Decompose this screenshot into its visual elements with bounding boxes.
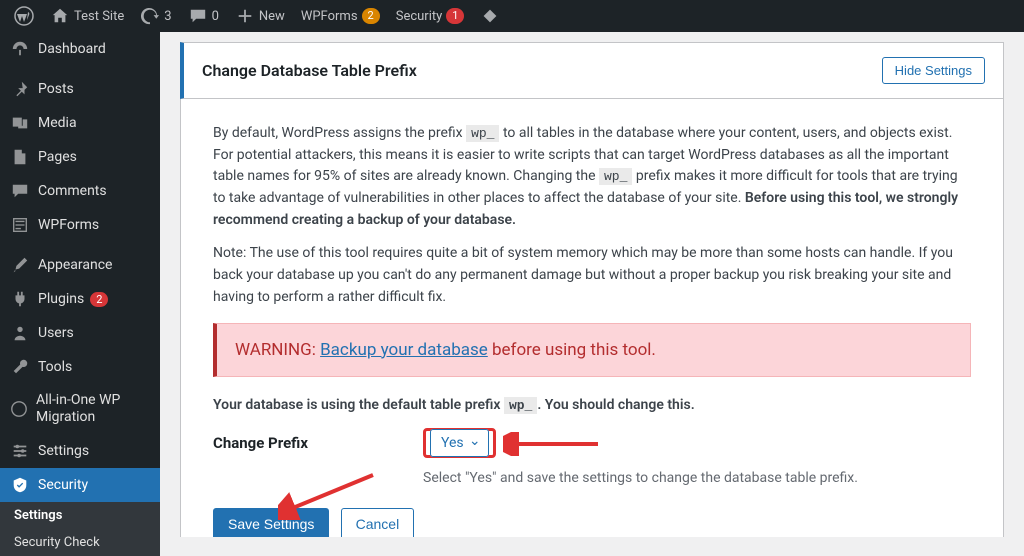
- sidebar-item-security[interactable]: Security: [0, 468, 160, 502]
- dashboard-icon: [10, 39, 30, 59]
- comment-icon: [188, 6, 208, 26]
- site-link[interactable]: Test Site: [42, 0, 132, 32]
- itsec-icon-link[interactable]: [472, 0, 508, 32]
- sidebar-item-label: Appearance: [38, 257, 112, 273]
- wordpress-icon: [14, 6, 34, 26]
- users-icon: [10, 323, 30, 343]
- new-label: New: [259, 9, 285, 24]
- security-link[interactable]: Security1: [388, 0, 473, 32]
- cancel-button[interactable]: Cancel: [341, 508, 415, 537]
- sidebar-item-media[interactable]: Media: [0, 106, 160, 140]
- sidebar-item-label: WPForms: [38, 217, 99, 233]
- panel-header: Change Database Table Prefix Hide Settin…: [180, 42, 1004, 99]
- sidebar-item-label: Posts: [38, 81, 74, 97]
- sidebar-item-wpforms[interactable]: WPForms: [0, 208, 160, 242]
- sidebar-item-migration[interactable]: All-in-One WP Migration: [0, 384, 160, 434]
- change-prefix-select[interactable]: Yes: [430, 429, 489, 457]
- submenu-label: Settings: [14, 508, 62, 523]
- refresh-icon: [140, 6, 160, 26]
- warning-prefix: WARNING:: [235, 340, 320, 360]
- shield-icon: [10, 475, 30, 495]
- description-paragraph: By default, WordPress assigns the prefix…: [213, 123, 971, 231]
- wpforms-link[interactable]: WPForms 2: [293, 0, 388, 32]
- diamond-icon: [480, 6, 500, 26]
- sidebar-item-dashboard[interactable]: Dashboard: [0, 32, 160, 66]
- panel-title: Change Database Table Prefix: [202, 61, 417, 80]
- wp-logo[interactable]: [6, 0, 42, 32]
- updates-link[interactable]: 3: [132, 0, 179, 32]
- change-prefix-row: Change Prefix Yes Select "Yes" and save …: [213, 428, 971, 486]
- sliders-icon: [10, 441, 30, 461]
- sidebar-item-label: Media: [38, 115, 77, 131]
- security-badge: 1: [446, 8, 464, 24]
- submenu-settings[interactable]: Settings: [0, 502, 160, 529]
- home-icon: [50, 6, 70, 26]
- brush-icon: [10, 255, 30, 275]
- plug-icon: [10, 289, 30, 309]
- note-paragraph: Note: The use of this tool requires quit…: [213, 243, 971, 308]
- wpforms-badge: 2: [362, 8, 380, 24]
- panel-body: By default, WordPress assigns the prefix…: [180, 99, 1004, 537]
- sidebar-item-label: Comments: [38, 183, 107, 199]
- actions-row: Save Settings Cancel: [213, 508, 971, 537]
- admin-sidebar: Dashboard Posts Media Pages Comments WPF…: [0, 32, 160, 537]
- help-text: Select "Yes" and save the settings to ch…: [423, 470, 858, 486]
- sidebar-item-label: Settings: [38, 443, 89, 459]
- main-content: Change Database Table Prefix Hide Settin…: [160, 32, 1024, 537]
- page-icon: [10, 147, 30, 167]
- pin-icon: [10, 79, 30, 99]
- sidebar-item-label: Security: [38, 477, 88, 493]
- comments-count: 0: [212, 9, 219, 24]
- sidebar-item-label: Tools: [38, 359, 72, 375]
- form-icon: [10, 215, 30, 235]
- comments-link[interactable]: 0: [180, 0, 227, 32]
- select-highlight: Yes: [423, 428, 496, 458]
- plugins-badge: 2: [90, 292, 108, 307]
- status-line: Your database is using the default table…: [213, 395, 971, 417]
- sidebar-item-label: Plugins: [38, 291, 84, 307]
- field-control: Yes Select "Yes" and save the settings t…: [423, 428, 858, 486]
- wrench-icon: [10, 357, 30, 377]
- save-button[interactable]: Save Settings: [213, 508, 329, 537]
- site-name: Test Site: [74, 9, 124, 24]
- migration-icon: [10, 399, 28, 419]
- new-content[interactable]: New: [227, 0, 293, 32]
- backup-link[interactable]: Backup your database: [320, 340, 488, 360]
- annotation-arrow: [503, 432, 603, 456]
- media-icon: [10, 113, 30, 133]
- admin-toolbar: Test Site 3 0 New WPForms 2 Security1: [0, 0, 1024, 32]
- sidebar-item-label: Dashboard: [38, 41, 106, 57]
- sidebar-item-label: Users: [38, 325, 74, 341]
- updates-count: 3: [164, 9, 171, 24]
- security-label: Security: [396, 9, 443, 24]
- sidebar-item-plugins[interactable]: Plugins 2: [0, 282, 160, 316]
- prefix-code: wp_: [599, 168, 632, 185]
- sidebar-item-comments[interactable]: Comments: [0, 174, 160, 208]
- sidebar-item-label: All-in-One WP Migration: [36, 392, 150, 426]
- security-submenu: Settings Security Check: [0, 502, 160, 556]
- sidebar-item-pages[interactable]: Pages: [0, 140, 160, 174]
- hide-settings-button[interactable]: Hide Settings: [882, 57, 985, 84]
- sidebar-item-appearance[interactable]: Appearance: [0, 248, 160, 282]
- sidebar-item-users[interactable]: Users: [0, 316, 160, 350]
- warning-box: WARNING: Backup your database before usi…: [213, 323, 971, 377]
- prefix-code: wp_: [504, 397, 537, 414]
- comment-icon: [10, 181, 30, 201]
- sidebar-item-tools[interactable]: Tools: [0, 350, 160, 384]
- sidebar-item-label: Pages: [38, 149, 77, 165]
- submenu-security-check[interactable]: Security Check: [0, 529, 160, 556]
- sidebar-item-settings[interactable]: Settings: [0, 434, 160, 468]
- warning-suffix: before using this tool.: [488, 340, 656, 360]
- plus-icon: [235, 6, 255, 26]
- wpforms-label: WPForms: [301, 9, 358, 24]
- field-label: Change Prefix: [213, 428, 423, 452]
- sidebar-item-posts[interactable]: Posts: [0, 72, 160, 106]
- prefix-code: wp_: [466, 125, 499, 142]
